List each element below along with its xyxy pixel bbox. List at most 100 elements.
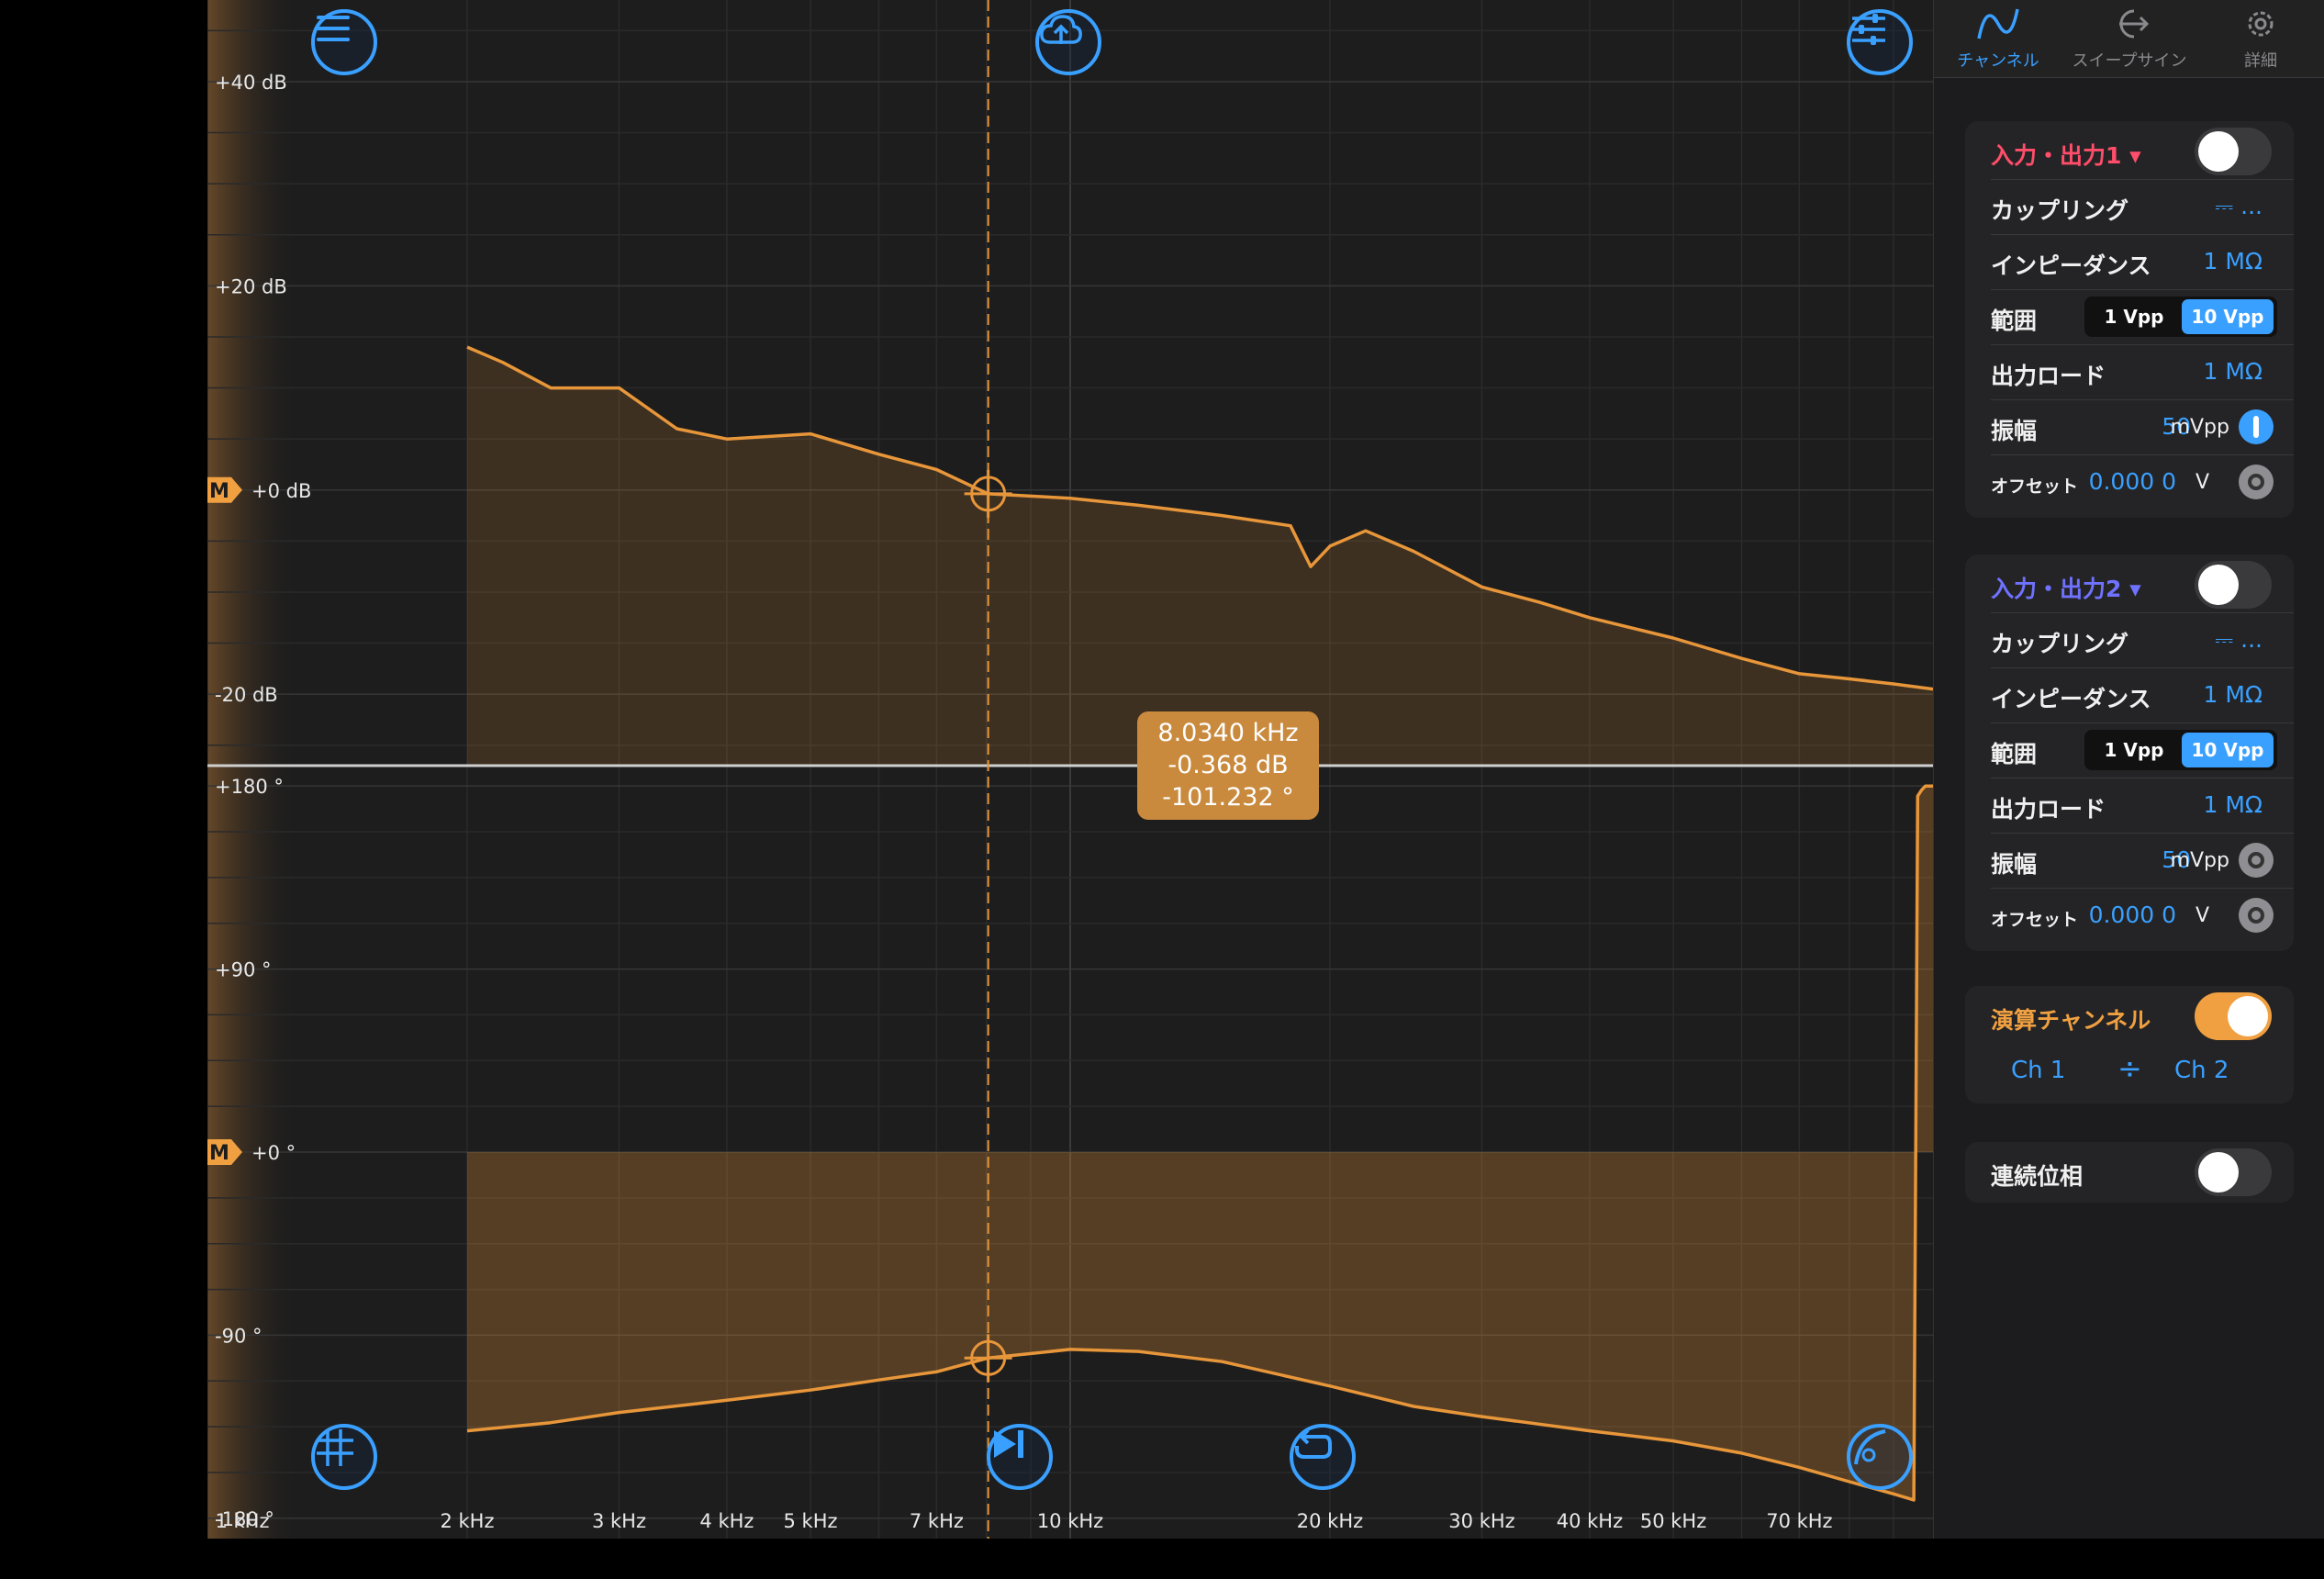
grid-icon — [317, 1429, 353, 1466]
channel-2-card: 入力・出力2 ▾ カップリング ⎓ ... インピーダンス 1 MΩ 範囲 1 … — [1965, 554, 2294, 951]
ch1-amplitude-row: 振幅 50 mVpp — [1965, 399, 2294, 454]
ch2-offset-value[interactable]: 0.000 0 — [2089, 901, 2176, 928]
math-header-row: 演算チャンネル — [1965, 989, 2294, 1044]
curve-button[interactable] — [1847, 1424, 1913, 1490]
step-button[interactable] — [987, 1424, 1053, 1490]
continuous-phase-toggle[interactable] — [2195, 1148, 2272, 1196]
bode-plot[interactable]: +40 dB +20 dB +0 dB -20 dB +180 ° +90 ° +0 ° -9… — [207, 0, 1933, 1539]
bottom-black-bar — [207, 1539, 2324, 1579]
ch2-load-value[interactable]: 1 MΩ — [2203, 791, 2263, 818]
ch2-coupling-row[interactable]: カップリング ⎓ ... — [1965, 612, 2294, 667]
ch1-title[interactable]: 入力・出力1 ▾ — [1991, 138, 2141, 171]
ch2-offset-label: オフセット — [1991, 910, 2079, 930]
ch2-load-row[interactable]: 出力ロード 1 MΩ — [1965, 778, 2294, 833]
ch2-amplitude-row: 振幅 50 mVpp — [1965, 833, 2294, 888]
x-axis-label: 50 kHz — [1640, 1510, 1706, 1532]
ch1-range-1vpp[interactable]: 1 Vpp — [2088, 299, 2180, 334]
tab-sweep-sine[interactable]: スイープサイン — [2065, 0, 2194, 77]
repeat-button[interactable] — [1290, 1424, 1356, 1490]
sine-wave-icon — [1977, 8, 2019, 39]
ch1-offset-row: オフセット 0.000 0 V — [1965, 454, 2294, 510]
ch1-coupling-value[interactable]: ⎓ ... — [2215, 193, 2263, 220]
left-edge-glow — [207, 0, 299, 1539]
y-axis-label-mag: +0 dB — [251, 480, 311, 502]
y-axis-label-mag: -20 dB — [215, 684, 278, 706]
ch1-range-10vpp[interactable]: 10 Vpp — [2182, 299, 2274, 334]
ch1-load-value[interactable]: 1 MΩ — [2203, 358, 2263, 385]
tab-channel[interactable]: チャンネル — [1934, 0, 2062, 77]
ch1-amplitude-knob-icon[interactable] — [2239, 409, 2274, 444]
ch1-amplitude-unit: mVpp — [2170, 416, 2229, 439]
tab-details[interactable]: 詳細 — [2196, 0, 2324, 77]
continuous-phase-toggle-knob — [2198, 1152, 2239, 1193]
ch1-offset-knob-icon[interactable] — [2239, 465, 2274, 499]
ch1-impedance-row[interactable]: インピーダンス 1 MΩ — [1965, 234, 2294, 289]
math-operator[interactable]: ÷ — [2117, 1051, 2142, 1086]
grid-button[interactable] — [311, 1424, 377, 1490]
ch2-range-1vpp[interactable]: 1 Vpp — [2088, 733, 2180, 767]
tab-sweep-sine-label: スイープサイン — [2072, 51, 2187, 71]
ch1-range-label: 範囲 — [1991, 308, 2038, 334]
x-axis-label: 7 kHz — [910, 1510, 964, 1532]
phase-fill — [467, 786, 1933, 1500]
math-operand-b[interactable]: Ch 2 — [2174, 1057, 2229, 1084]
math-toggle[interactable] — [2195, 992, 2272, 1040]
ch2-coupling-value[interactable]: ⎓ ... — [2215, 626, 2263, 654]
ch2-range-label: 範囲 — [1991, 741, 2038, 767]
x-axis-label: 2 kHz — [440, 1510, 494, 1532]
x-axis-label: 70 kHz — [1766, 1510, 1832, 1532]
ch2-impedance-row[interactable]: インピーダンス 1 MΩ — [1965, 667, 2294, 722]
y-axis-label-mag: +40 dB — [215, 72, 287, 94]
x-axis-label: 10 kHz — [1037, 1510, 1103, 1532]
ch1-offset-unit: V — [2195, 471, 2209, 494]
menu-button[interactable] — [311, 9, 377, 75]
magnitude-fill — [467, 347, 1933, 766]
ch2-coupling-label: カップリング — [1991, 631, 2129, 657]
marker-label: M — [209, 480, 229, 503]
cursor-freq: 8.0340 kHz — [1157, 719, 1299, 747]
y-axis-label-phase: -90 ° — [215, 1325, 262, 1347]
x-axis-label: 30 kHz — [1448, 1510, 1514, 1532]
ch2-amplitude-unit: mVpp — [2170, 849, 2229, 872]
channel-1-card: 入力・出力1 ▾ カップリング ⎓ ... インピーダンス 1 MΩ 範囲 1 … — [1965, 121, 2294, 518]
upload-button[interactable] — [1035, 9, 1101, 75]
y-axis-label-phase: +90 ° — [215, 959, 272, 981]
ch2-impedance-value[interactable]: 1 MΩ — [2203, 681, 2263, 708]
ch1-range-row: 範囲 1 Vpp 10 Vpp — [1965, 289, 2294, 344]
ch1-offset-label: オフセット — [1991, 476, 2079, 497]
math-channel-card: 演算チャンネル Ch 1 ÷ Ch 2 — [1965, 986, 2294, 1103]
plot-canvas[interactable]: +40 dB +20 dB +0 dB -20 dB +180 ° +90 ° +0 ° -9… — [207, 0, 1933, 1539]
x-axis-label: 20 kHz — [1297, 1510, 1363, 1532]
continuous-phase-row: 連続位相 — [1965, 1145, 2294, 1200]
ch2-title[interactable]: 入力・出力2 ▾ — [1991, 571, 2141, 604]
y-axis-label-mag: +20 dB — [215, 275, 287, 297]
sweep-icon — [2119, 9, 2150, 39]
ch2-range-10vpp[interactable]: 10 Vpp — [2182, 733, 2274, 767]
tab-bar: チャンネル スイープサイン 詳細 — [1934, 0, 2324, 78]
y-axis-label-phase: +180 ° — [215, 776, 284, 798]
ch1-coupling-row[interactable]: カップリング ⎓ ... — [1965, 179, 2294, 234]
ch1-impedance-label: インピーダンス — [1991, 252, 2151, 279]
ch1-impedance-value[interactable]: 1 MΩ — [2203, 248, 2263, 274]
ch1-load-label: 出力ロード — [1991, 363, 2106, 389]
ch2-load-label: 出力ロード — [1991, 796, 2106, 823]
ch2-offset-knob-icon[interactable] — [2239, 898, 2274, 933]
ch1-load-row[interactable]: 出力ロード 1 MΩ — [1965, 344, 2294, 399]
math-operand-a[interactable]: Ch 1 — [2011, 1057, 2065, 1084]
ch1-amplitude-label: 振幅 — [1991, 418, 2038, 444]
x-axis-label: 1 kHz — [215, 1510, 269, 1532]
cursor-readout[interactable]: 8.0340 kHz -0.368 dB -101.232 ° — [1137, 711, 1319, 820]
tab-channel-label: チャンネル — [1957, 51, 2039, 71]
channel-panel: チャンネル スイープサイン 詳細 入力・出力1 ▾ カップリング ⎓ ... イ… — [1933, 0, 2324, 1539]
ch1-range-segmented: 1 Vpp 10 Vpp — [2084, 297, 2277, 337]
ch2-amplitude-knob-icon[interactable] — [2239, 843, 2274, 878]
ch2-toggle-knob — [2198, 565, 2239, 605]
ch1-toggle[interactable] — [2195, 128, 2272, 175]
ch1-header-row: 入力・出力1 ▾ — [1965, 124, 2294, 179]
settings-button[interactable] — [1847, 9, 1913, 75]
x-axis-label: 4 kHz — [699, 1510, 754, 1532]
ch2-toggle[interactable] — [2195, 561, 2272, 609]
x-axis-label: 5 kHz — [784, 1510, 838, 1532]
math-formula-row: Ch 1 ÷ Ch 2 — [1965, 1044, 2294, 1099]
ch1-offset-value[interactable]: 0.000 0 — [2089, 468, 2176, 495]
